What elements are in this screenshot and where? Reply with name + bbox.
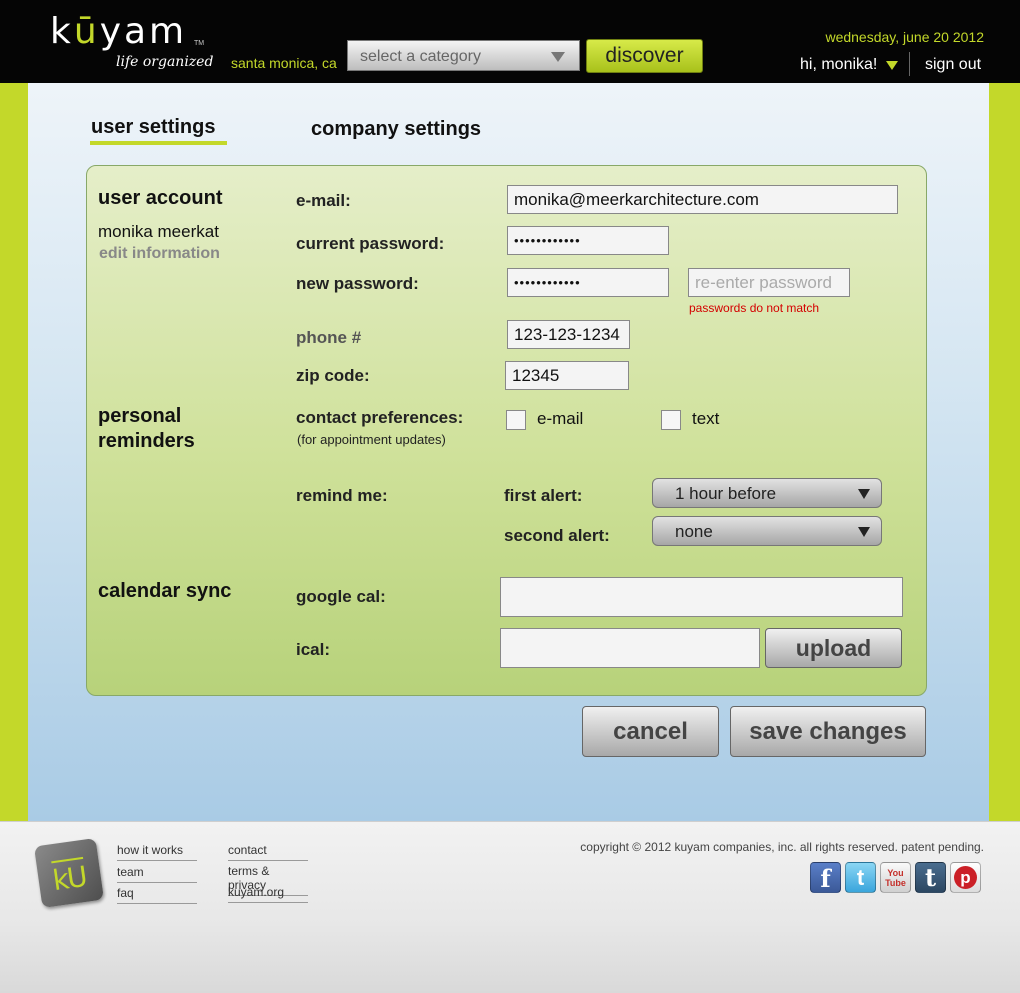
text-checkbox[interactable] xyxy=(661,410,681,430)
user-account-heading: user account xyxy=(98,187,223,209)
footer-logo-icon[interactable]: kU xyxy=(33,837,105,909)
tumblr-icon[interactable]: t xyxy=(915,862,946,893)
logo-wordmark: kūyam xyxy=(50,11,188,52)
reenter-password-field[interactable] xyxy=(688,268,850,297)
first-alert-label: first alert: xyxy=(504,486,583,505)
remind-me-label: remind me: xyxy=(296,486,388,505)
pinterest-glyph: p xyxy=(954,866,977,889)
discover-button[interactable]: discover xyxy=(586,39,703,73)
logo-tagline: life organized xyxy=(116,54,214,70)
google-cal-label: google cal: xyxy=(296,587,386,606)
personal-reminders-heading: personal reminders xyxy=(98,405,195,452)
kuyam-logo[interactable]: kūyam TM life organized xyxy=(50,11,213,71)
footer-logo-letters: kU xyxy=(50,859,88,898)
facebook-icon[interactable]: f xyxy=(810,862,841,893)
calendar-sync-heading: calendar sync xyxy=(98,580,232,602)
copyright-text: copyright © 2012 kuyam companies, inc. a… xyxy=(580,840,984,854)
twitter-icon[interactable]: t xyxy=(845,862,876,893)
youtube-icon[interactable]: You Tube xyxy=(880,862,911,893)
dropdown-arrow-icon xyxy=(858,489,870,499)
new-password-field[interactable] xyxy=(507,268,669,297)
second-alert-label: second alert: xyxy=(504,526,610,545)
active-tab-indicator xyxy=(90,141,227,145)
password-mismatch-error: passwords do not match xyxy=(689,301,820,315)
footer-link-contact[interactable]: contact xyxy=(228,843,308,861)
contact-preferences-sublabel: (for appointment updates) xyxy=(297,432,446,447)
email-checkbox[interactable] xyxy=(506,410,526,430)
edit-information-link[interactable]: edit information xyxy=(99,245,220,263)
contact-preferences-label: contact preferences: xyxy=(296,408,464,427)
first-alert-select[interactable]: 1 hour before xyxy=(652,478,882,508)
top-header: kūyam TM life organized santa monica, ca… xyxy=(0,0,1020,83)
zip-code-label: zip code: xyxy=(296,366,370,385)
dropdown-arrow-icon xyxy=(858,527,870,537)
google-cal-field[interactable] xyxy=(500,577,903,617)
category-select[interactable]: select a category xyxy=(347,40,580,71)
ical-field[interactable] xyxy=(500,628,760,668)
ical-label: ical: xyxy=(296,640,331,659)
logo-trademark: TM xyxy=(194,40,205,47)
user-greeting[interactable]: hi, monika! xyxy=(800,56,877,74)
current-password-field[interactable] xyxy=(507,226,669,255)
location-label[interactable]: santa monica, ca xyxy=(231,55,337,71)
save-changes-button[interactable]: save changes xyxy=(730,706,926,757)
email-label: e-mail: xyxy=(296,191,351,210)
page-footer: kU how it works team faq contact terms &… xyxy=(0,821,1020,993)
current-password-label: current password: xyxy=(296,234,445,253)
text-option-label: text xyxy=(692,409,720,428)
email-field[interactable] xyxy=(507,185,898,214)
phone-field[interactable] xyxy=(507,320,630,349)
cancel-button[interactable]: cancel xyxy=(582,706,719,757)
tab-company-settings[interactable]: company settings xyxy=(311,118,481,141)
upload-button[interactable]: upload xyxy=(765,628,902,668)
chevron-down-icon xyxy=(551,52,565,62)
first-alert-value: 1 hour before xyxy=(675,484,777,503)
sign-out-link[interactable]: sign out xyxy=(925,56,981,74)
user-menu-caret-icon[interactable] xyxy=(886,61,898,70)
footer-link-kuyam-org[interactable]: kuyam.org xyxy=(228,885,308,903)
zip-code-field[interactable] xyxy=(505,361,629,390)
footer-link-how-it-works[interactable]: how it works xyxy=(117,843,197,861)
current-date: wednesday, june 20 2012 xyxy=(825,29,984,45)
header-divider xyxy=(909,52,910,76)
tab-user-settings[interactable]: user settings xyxy=(91,116,215,139)
second-alert-select[interactable]: none xyxy=(652,516,882,546)
phone-label: phone # xyxy=(296,328,362,347)
email-option-label: e-mail xyxy=(537,409,584,428)
footer-link-team[interactable]: team xyxy=(117,865,197,883)
account-user-name: monika meerkat xyxy=(98,222,219,241)
category-select-value: select a category xyxy=(360,48,481,65)
new-password-label: new password: xyxy=(296,274,419,293)
second-alert-value: none xyxy=(675,522,713,541)
footer-link-faq[interactable]: faq xyxy=(117,886,197,904)
pinterest-icon[interactable]: p xyxy=(950,862,981,893)
